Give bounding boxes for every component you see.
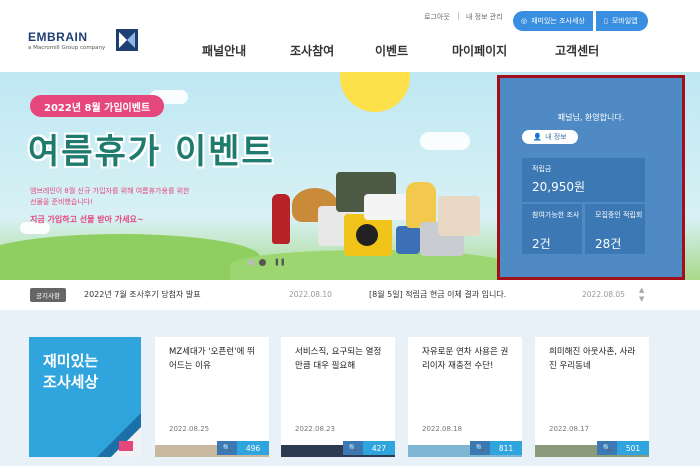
my-info-button[interactable]: 👤 내 정보 xyxy=(522,130,578,144)
my-info-label: 내 정보 xyxy=(545,133,567,141)
article-views: 496 xyxy=(237,441,269,455)
bag-image xyxy=(438,196,480,236)
hill-decoration xyxy=(0,234,260,280)
nav-mypage[interactable]: 마이페이지 xyxy=(452,42,507,59)
fun-survey-feature[interactable]: 재미있는 조사세상 xyxy=(29,337,141,457)
event-description: 엠브레인이 8월 신규 가입자를 위해 여름휴가용를 위한 선물을 준비했습니다… xyxy=(30,186,250,208)
notice-bar: 공지사항 2022년 7월 조사후기 당첨자 발표 2022.08.10 [8월… xyxy=(0,280,700,310)
recruiting-box[interactable]: 모집중인 적립회 28건 xyxy=(585,204,645,254)
nav-customer-center[interactable]: 고객센터 xyxy=(555,42,599,59)
camera-lens-image xyxy=(356,224,378,246)
article-card[interactable]: 서비스직, 요구되는 열정만큼 대우 필요해 2022.08.23 🔍 427 xyxy=(281,337,395,457)
notice-item-text[interactable]: 2022년 7월 조사후기 당첨자 발표 xyxy=(84,289,201,300)
points-value: 20,950원 xyxy=(532,180,586,194)
article-title: MZ세대가 '오픈런'에 뛰어드는 이유 xyxy=(169,347,255,371)
feature-title: 재미있는 조사세상 xyxy=(43,351,98,393)
cola-bottle-image xyxy=(272,194,290,244)
logout-link[interactable]: 로그아웃 xyxy=(424,12,450,22)
article-date: 2022.08.25 xyxy=(169,425,210,433)
article-title: 서비스직, 요구되는 열정만큼 대우 필요해 xyxy=(295,347,382,371)
nav-panel-guide[interactable]: 패널안내 xyxy=(202,42,246,59)
article-card[interactable]: MZ세대가 '오픈런'에 뛰어드는 이유 2022.08.25 🔍 496 xyxy=(155,337,269,457)
util-divider xyxy=(458,12,459,20)
notice-tag[interactable]: 공지사항 xyxy=(30,288,66,302)
article-stat: 🔍 496 xyxy=(217,441,269,455)
article-title: 희미해진 아웃사촌, 사라진 우리동네 xyxy=(549,347,636,371)
arrow-up-icon[interactable]: ▲ xyxy=(639,286,644,295)
mobile-icon: ▯ xyxy=(604,17,608,25)
arrow-down-icon[interactable]: ▼ xyxy=(639,295,644,304)
nav-event[interactable]: 이벤트 xyxy=(375,42,408,59)
article-views: 501 xyxy=(617,441,649,455)
article-date: 2022.08.23 xyxy=(295,425,336,433)
article-card[interactable]: 희미해진 아웃사촌, 사라진 우리동네 2022.08.17 🔍 501 xyxy=(535,337,649,457)
article-stat: 🔍 501 xyxy=(597,441,649,455)
notice-item-date: 2022.08.10 xyxy=(289,290,332,299)
sun-decoration xyxy=(340,72,410,112)
site-header: EMBRAIN a Macromill Group company 로그아웃 내… xyxy=(0,0,700,72)
article-date: 2022.08.18 xyxy=(422,425,463,433)
welcome-message: 패널님, 환영합니다. xyxy=(557,113,625,122)
article-stat: 🔍 427 xyxy=(343,441,395,455)
feature-title-line: 재미있는 xyxy=(43,352,99,370)
notice-item-date: 2022.08.05 xyxy=(582,290,625,299)
event-description-line: 선물을 준비했습니다! xyxy=(30,198,93,206)
embrain-logo[interactable]: EMBRAIN a Macromill Group company xyxy=(28,29,138,51)
event-title: 여름휴가 이벤트 xyxy=(28,132,275,172)
available-survey-value: 2건 xyxy=(532,237,551,251)
notice-scroll-arrows[interactable]: ▲ ▼ xyxy=(639,286,644,304)
available-survey-box[interactable]: 참여가능한 조사 2건 xyxy=(522,204,582,254)
article-views: 427 xyxy=(363,441,395,455)
logo-wordmark: EMBRAIN xyxy=(28,30,88,44)
my-info-link[interactable]: 내 정보 관리 xyxy=(466,12,503,22)
event-badge: 2022년 8월 가입이벤트 xyxy=(30,95,165,117)
chat-icon: ◎ xyxy=(521,17,528,25)
slide-indicator: ❚❚ xyxy=(248,258,286,266)
feature-title-line: 조사세상 xyxy=(43,373,99,391)
cloud-decoration xyxy=(420,132,470,150)
content-section: 재미있는 조사세상 MZ세대가 '오픈런'에 뛰어드는 이유 2022.08.2… xyxy=(0,310,700,466)
user-panel: 패널님, 환영합니다. 👤 내 정보 적립금 20,950원 참여가능한 조사 … xyxy=(497,75,685,280)
fun-survey-world-button[interactable]: ◎ 재미있는 조사세상 xyxy=(513,11,593,31)
slide-dot-active[interactable] xyxy=(259,258,266,266)
article-card[interactable]: 자유로운 연차 사용은 권리이자 재충전 수단! 2022.08.18 🔍 81… xyxy=(408,337,522,457)
notice-item-text[interactable]: [8월 5일] 적립금 현금 이체 결과 입니다. xyxy=(369,289,506,300)
feature-illustration xyxy=(97,413,141,457)
article-stat: 🔍 811 xyxy=(470,441,522,455)
event-description-line: 엠브레인이 8월 신규 가입자를 위해 여름휴가용를 위한 xyxy=(30,187,190,195)
photo-card-image xyxy=(396,226,420,254)
points-label: 적립금 xyxy=(532,165,552,173)
user-icon: 👤 xyxy=(533,133,543,141)
mobile-app-button[interactable]: ▯ 모바일앱 xyxy=(596,11,648,31)
recruiting-label: 모집중인 적립회 xyxy=(595,211,643,219)
pause-icon[interactable]: ❚❚ xyxy=(274,258,286,266)
slide-dot[interactable] xyxy=(248,258,255,266)
nav-survey[interactable]: 조사참여 xyxy=(290,42,334,59)
article-title: 자유로운 연차 사용은 권리이자 재충전 수단! xyxy=(422,347,509,371)
search-icon: 🔍 xyxy=(217,441,237,455)
search-icon: 🔍 xyxy=(343,441,363,455)
logo-tagline: a Macromill Group company xyxy=(28,45,106,51)
points-box[interactable]: 적립금 20,950원 xyxy=(522,158,645,202)
logo-mark-icon xyxy=(116,29,138,51)
search-icon: 🔍 xyxy=(470,441,490,455)
search-icon: 🔍 xyxy=(597,441,617,455)
event-cta: 지금 가입하고 선물 받아 가세요~ xyxy=(30,215,144,224)
recruiting-value: 28건 xyxy=(595,237,622,251)
projector-image xyxy=(364,194,408,220)
fun-survey-world-label: 재미있는 조사세상 xyxy=(531,17,585,25)
available-survey-label: 참여가능한 조사 xyxy=(532,211,580,219)
article-date: 2022.08.17 xyxy=(549,425,590,433)
mobile-app-label: 모바일앱 xyxy=(611,17,638,25)
article-views: 811 xyxy=(490,441,522,455)
